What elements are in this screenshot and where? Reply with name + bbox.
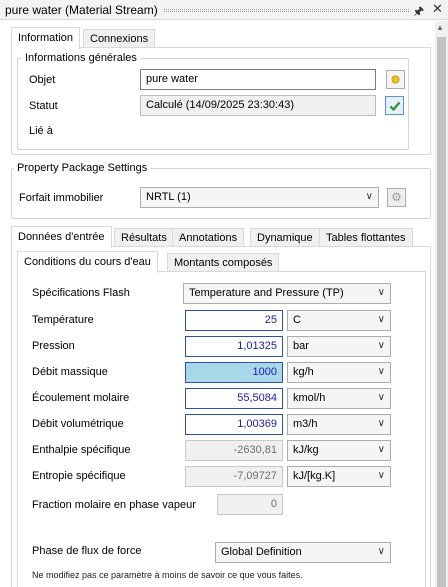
flash-spec-value: Temperature and Pressure (TP) — [189, 287, 344, 299]
enthalpy-unit-select[interactable]: kJ/kg ∨ — [287, 440, 391, 461]
molar-flow-unit-select[interactable]: kmol/h ∨ — [287, 388, 391, 409]
sun-icon — [391, 75, 400, 84]
mass-flow-input[interactable]: 1000 — [185, 362, 283, 383]
checkmark-icon — [389, 101, 400, 112]
pressure-unit-select[interactable]: bar ∨ — [287, 336, 391, 357]
force-phase-warning: Ne modifiez pas ce paramètre à moins de … — [32, 570, 303, 580]
gear-icon: ⚙ — [391, 190, 402, 204]
entropy-label: Entropie spécifique — [32, 470, 126, 482]
close-icon[interactable]: ✕ — [432, 1, 443, 17]
chevron-down-icon: ∨ — [377, 444, 385, 455]
entropy-unit-select[interactable]: kJ/[kg.K] ∨ — [287, 466, 391, 487]
pressure-input[interactable]: 1,01325 — [185, 336, 283, 357]
force-phase-label: Phase de flux de force — [32, 545, 142, 557]
enthalpy-label: Enthalpie spécifique — [32, 444, 131, 456]
chevron-down-icon: ∨ — [377, 470, 385, 481]
tab-compound-amounts[interactable]: Montants composés — [167, 253, 280, 271]
flash-spec-select[interactable]: Temperature and Pressure (TP) ∨ — [183, 283, 391, 304]
pin-icon[interactable]: 🖈 — [413, 2, 424, 23]
volumetric-flow-input[interactable]: 1,00369 — [185, 414, 283, 435]
vertical-scrollbar[interactable]: ▲ — [435, 21, 448, 587]
chevron-down-icon: ∨ — [377, 366, 385, 377]
chevron-down-icon: ∨ — [377, 314, 385, 325]
molar-flow-label: Écoulement molaire — [32, 392, 130, 404]
tab-stream-conditions[interactable]: Conditions du cours d'eau — [17, 251, 158, 273]
scroll-up-icon[interactable]: ▲ — [436, 23, 444, 32]
window-titlebar: pure water (Material Stream) 🖈 ✕ — [0, 0, 448, 20]
chevron-down-icon: ∨ — [377, 546, 385, 557]
linked-to-label: Lié à — [29, 125, 53, 137]
flash-spec-label: Spécifications Flash — [32, 287, 130, 299]
volumetric-flow-unit-select[interactable]: m3/h ∨ — [287, 414, 391, 435]
titlebar-drag-grip[interactable] — [164, 9, 409, 12]
pressure-unit: bar — [293, 340, 309, 352]
vapor-fraction-field: 0 — [217, 494, 283, 515]
entropy-field: -7,09727 — [185, 466, 283, 487]
enthalpy-unit: kJ/kg — [293, 444, 319, 456]
tab-results[interactable]: Résultats — [114, 228, 174, 246]
window-title: pure water (Material Stream) — [5, 3, 158, 17]
tab-annotations[interactable]: Annotations — [172, 228, 245, 246]
chevron-down-icon: ∨ — [377, 287, 385, 298]
chevron-down-icon: ∨ — [377, 418, 385, 429]
property-package-settings-button[interactable]: ⚙ — [387, 188, 406, 207]
scrollbar-thumb[interactable] — [437, 37, 446, 587]
molar-flow-unit: kmol/h — [293, 392, 326, 404]
mass-flow-label: Débit massique — [32, 366, 108, 378]
temperature-unit: C — [293, 314, 301, 326]
vapor-fraction-label: Fraction molaire en phase vapeur — [32, 499, 196, 511]
tab-information[interactable]: Information — [11, 27, 81, 49]
force-phase-value: Global Definition — [221, 546, 302, 558]
tab-floating-tables[interactable]: Tables flottantes — [319, 228, 413, 246]
temperature-unit-select[interactable]: C ∨ — [287, 310, 391, 331]
force-phase-select[interactable]: Global Definition ∨ — [215, 542, 391, 563]
property-package-label: Forfait immobilier — [19, 192, 104, 204]
property-package-value: NRTL (1) — [146, 191, 191, 203]
property-package-title: Property Package Settings — [14, 162, 151, 174]
mass-flow-unit-select[interactable]: kg/h ∨ — [287, 362, 391, 383]
tab-dynamics[interactable]: Dynamique — [250, 228, 320, 246]
enthalpy-field: -2630,81 — [185, 440, 283, 461]
temperature-label: Température — [32, 314, 94, 326]
chevron-down-icon: ∨ — [377, 392, 385, 403]
general-info-title: Informations générales — [22, 52, 140, 64]
mass-flow-unit: kg/h — [293, 366, 314, 378]
volumetric-flow-label: Débit volumétrique — [32, 418, 124, 430]
temperature-input[interactable]: 25 — [185, 310, 283, 331]
status-label: Statut — [29, 100, 58, 112]
tab-connexions[interactable]: Connexions — [83, 29, 156, 47]
property-package-select[interactable]: NRTL (1) ∨ — [140, 187, 379, 208]
volumetric-flow-unit: m3/h — [293, 418, 318, 430]
object-name-input[interactable]: pure water — [140, 69, 376, 90]
object-highlight-button[interactable] — [386, 70, 405, 89]
pressure-label: Pression — [32, 340, 75, 352]
tab-input-data[interactable]: Données d'entrée — [11, 226, 112, 248]
molar-flow-input[interactable]: 55,5084 — [185, 388, 283, 409]
object-label: Objet — [29, 74, 56, 86]
entropy-unit: kJ/[kg.K] — [293, 470, 336, 482]
status-field: Calculé (14/09/2025 23:30:43) — [140, 95, 376, 116]
chevron-down-icon: ∨ — [365, 191, 373, 202]
chevron-down-icon: ∨ — [377, 340, 385, 351]
status-ok-button[interactable] — [385, 96, 404, 115]
